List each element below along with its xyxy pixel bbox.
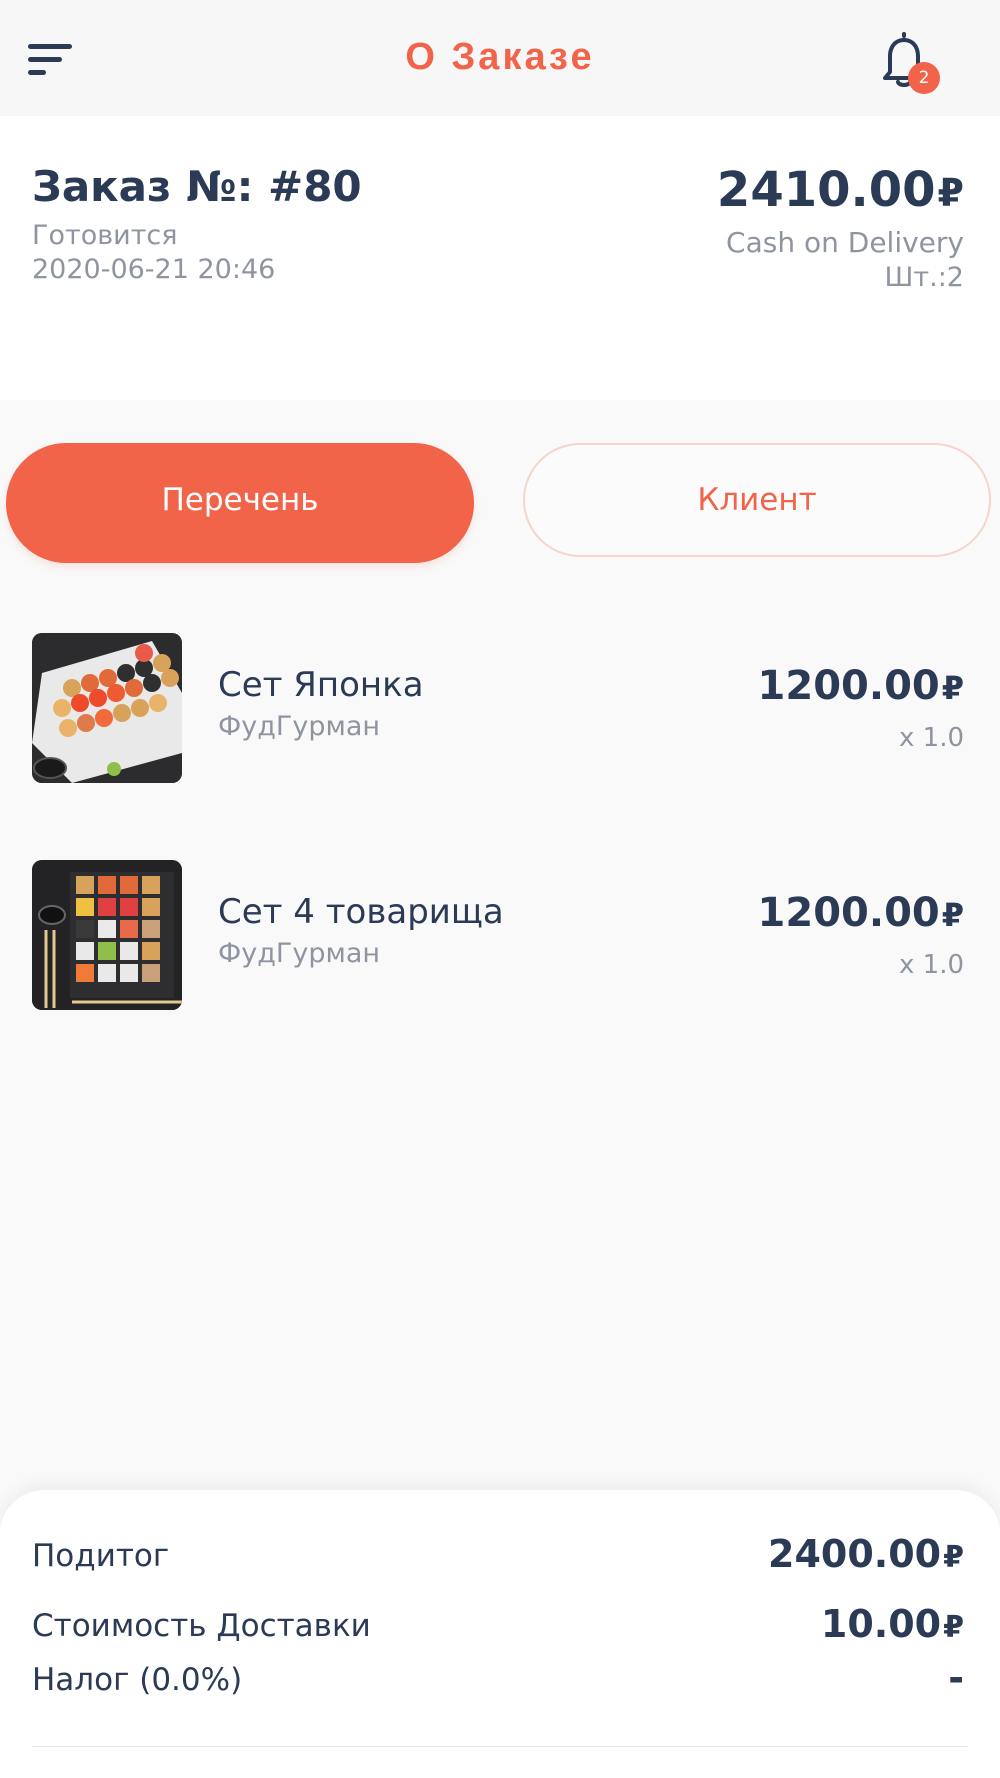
item-vendor: ФудГурман bbox=[218, 711, 381, 742]
item-price-amount: 1200.00 bbox=[757, 663, 940, 709]
item-quantity: x 1.0 bbox=[899, 950, 964, 980]
tab-customer[interactable]: Клиент bbox=[523, 443, 991, 557]
item-name: Сет 4 товарища bbox=[218, 892, 504, 932]
order-datetime: 2020-06-21 20:46 bbox=[32, 254, 276, 285]
subtotal-label: Подитог bbox=[32, 1538, 170, 1574]
delivery-cost-amount: 10.00 bbox=[820, 1602, 942, 1646]
item-vendor: ФудГурман bbox=[218, 938, 381, 969]
item-price-amount: 1200.00 bbox=[757, 890, 940, 936]
currency-symbol: ₽ bbox=[943, 1540, 964, 1575]
list-item[interactable]: Сет Японка ФудГурман 1200.00₽ x 1.0 bbox=[0, 633, 1000, 783]
item-price: 1200.00₽ bbox=[758, 890, 964, 936]
order-status: Готовится bbox=[32, 220, 178, 251]
item-image bbox=[32, 633, 182, 783]
page-title: О Заказе bbox=[405, 36, 595, 78]
order-quantity: Шт.:2 bbox=[884, 262, 964, 293]
tax-label: Налог (0.0%) bbox=[32, 1662, 243, 1698]
currency-symbol: ₽ bbox=[941, 896, 964, 934]
order-total: 2410.00₽ bbox=[717, 162, 964, 218]
delivery-cost-label: Стоимость Доставки bbox=[32, 1608, 371, 1644]
top-bar: О Заказе 2 bbox=[0, 0, 1000, 116]
item-name: Сет Японка bbox=[218, 665, 424, 705]
divider bbox=[32, 1746, 968, 1747]
order-totals-panel: Подитог 2400.00₽ Стоимость Доставки 10.0… bbox=[0, 1490, 1000, 1778]
subtotal-amount: 2400.00 bbox=[768, 1532, 942, 1576]
currency-symbol: ₽ bbox=[937, 171, 964, 215]
notifications-button[interactable]: 2 bbox=[874, 28, 944, 98]
subtotal-value: 2400.00₽ bbox=[768, 1532, 964, 1576]
tax-value: - bbox=[948, 1656, 964, 1700]
order-total-amount: 2410.00 bbox=[716, 162, 936, 218]
order-number: Заказ №: #80 bbox=[32, 162, 362, 211]
item-price: 1200.00₽ bbox=[758, 663, 964, 709]
delivery-cost-value: 10.00₽ bbox=[821, 1602, 964, 1646]
list-item[interactable]: Сет 4 товарища ФудГурман 1200.00₽ x 1.0 bbox=[0, 860, 1000, 1010]
currency-symbol: ₽ bbox=[943, 1610, 964, 1645]
order-details-screen: О Заказе 2 Заказ №: #80 Готовится 2020-0… bbox=[0, 0, 1000, 1778]
item-image bbox=[32, 860, 182, 1010]
tab-items[interactable]: Перечень bbox=[6, 443, 474, 563]
item-quantity: x 1.0 bbox=[899, 723, 964, 753]
currency-symbol: ₽ bbox=[941, 669, 964, 707]
notification-badge: 2 bbox=[908, 62, 940, 94]
payment-method: Cash on Delivery bbox=[726, 226, 964, 259]
order-summary-card: Заказ №: #80 Готовится 2020-06-21 20:46 … bbox=[0, 116, 1000, 400]
